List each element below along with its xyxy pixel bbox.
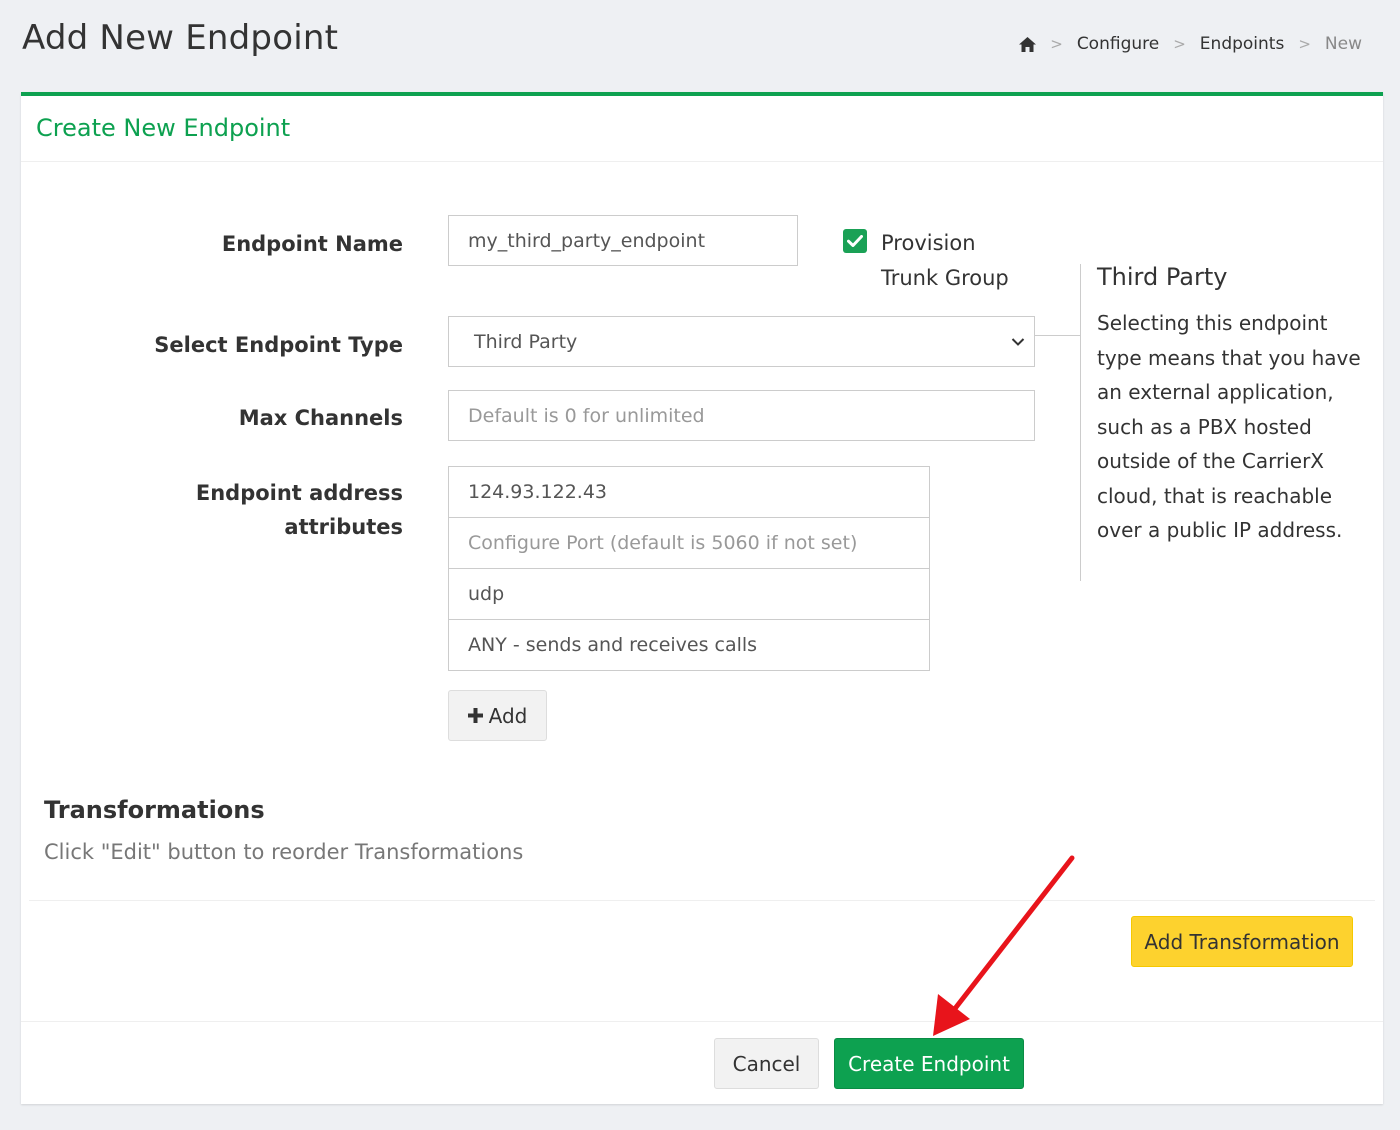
footer-divider [21, 1021, 1383, 1022]
endpoint-type-label: Select Endpoint Type [154, 333, 403, 357]
check-icon [847, 235, 863, 247]
create-endpoint-panel: Create New Endpoint Endpoint Name my_thi… [21, 92, 1383, 1104]
breadcrumb-separator: > [1173, 35, 1186, 53]
help-connector-line [1035, 335, 1081, 336]
panel-title: Create New Endpoint [21, 96, 1383, 162]
add-address-label: Add [488, 703, 528, 728]
transport-select[interactable]: udp [449, 569, 929, 620]
checkbox-checked[interactable] [843, 229, 867, 253]
breadcrumb: > Configure > Endpoints > New [1019, 34, 1362, 54]
provision-trunk-group-checkbox[interactable]: Provision Trunk Group [843, 226, 1031, 296]
plus-icon [467, 708, 483, 723]
direction-select[interactable]: ANY - sends and receives calls [449, 620, 929, 670]
help-text: Selecting this endpoint type means that … [1097, 311, 1361, 542]
add-transformation-button[interactable]: Add Transformation [1131, 916, 1353, 967]
max-channels-label: Max Channels [238, 406, 403, 430]
address-attributes-label: Endpoint address attributes [195, 481, 403, 539]
breadcrumb-configure[interactable]: Configure [1077, 34, 1159, 54]
breadcrumb-new: New [1324, 34, 1362, 54]
create-endpoint-button[interactable]: Create Endpoint [834, 1038, 1024, 1089]
breadcrumb-endpoints[interactable]: Endpoints [1200, 34, 1285, 54]
breadcrumb-separator: > [1050, 35, 1063, 53]
provision-trunk-group-label: Provision Trunk Group [881, 231, 1009, 290]
add-address-button[interactable]: Add [448, 690, 547, 741]
cancel-button[interactable]: Cancel [714, 1038, 819, 1089]
transformations-title: Transformations [44, 796, 265, 824]
page-title: Add New Endpoint [22, 18, 339, 58]
endpoint-name-input[interactable]: my_third_party_endpoint [448, 215, 798, 266]
chevron-down-icon [1011, 337, 1025, 346]
max-channels-input[interactable]: Default is 0 for unlimited [448, 390, 1035, 441]
ip-address-input[interactable]: 124.93.122.43 [449, 467, 929, 518]
port-input[interactable]: Configure Port (default is 5060 if not s… [449, 518, 929, 569]
home-icon[interactable] [1019, 36, 1037, 52]
divider [29, 900, 1375, 901]
address-attributes-group: 124.93.122.43 Configure Port (default is… [448, 466, 930, 671]
endpoint-type-selected-value: Third Party [474, 330, 578, 353]
breadcrumb-separator: > [1298, 35, 1311, 53]
endpoint-type-help: Third Party Selecting this endpoint type… [1080, 263, 1370, 581]
endpoint-name-label: Endpoint Name [221, 232, 403, 256]
help-title: Third Party [1097, 263, 1228, 291]
transformations-subtitle: Click "Edit" button to reorder Transform… [44, 840, 524, 864]
endpoint-type-select[interactable]: Third Party [448, 316, 1035, 367]
